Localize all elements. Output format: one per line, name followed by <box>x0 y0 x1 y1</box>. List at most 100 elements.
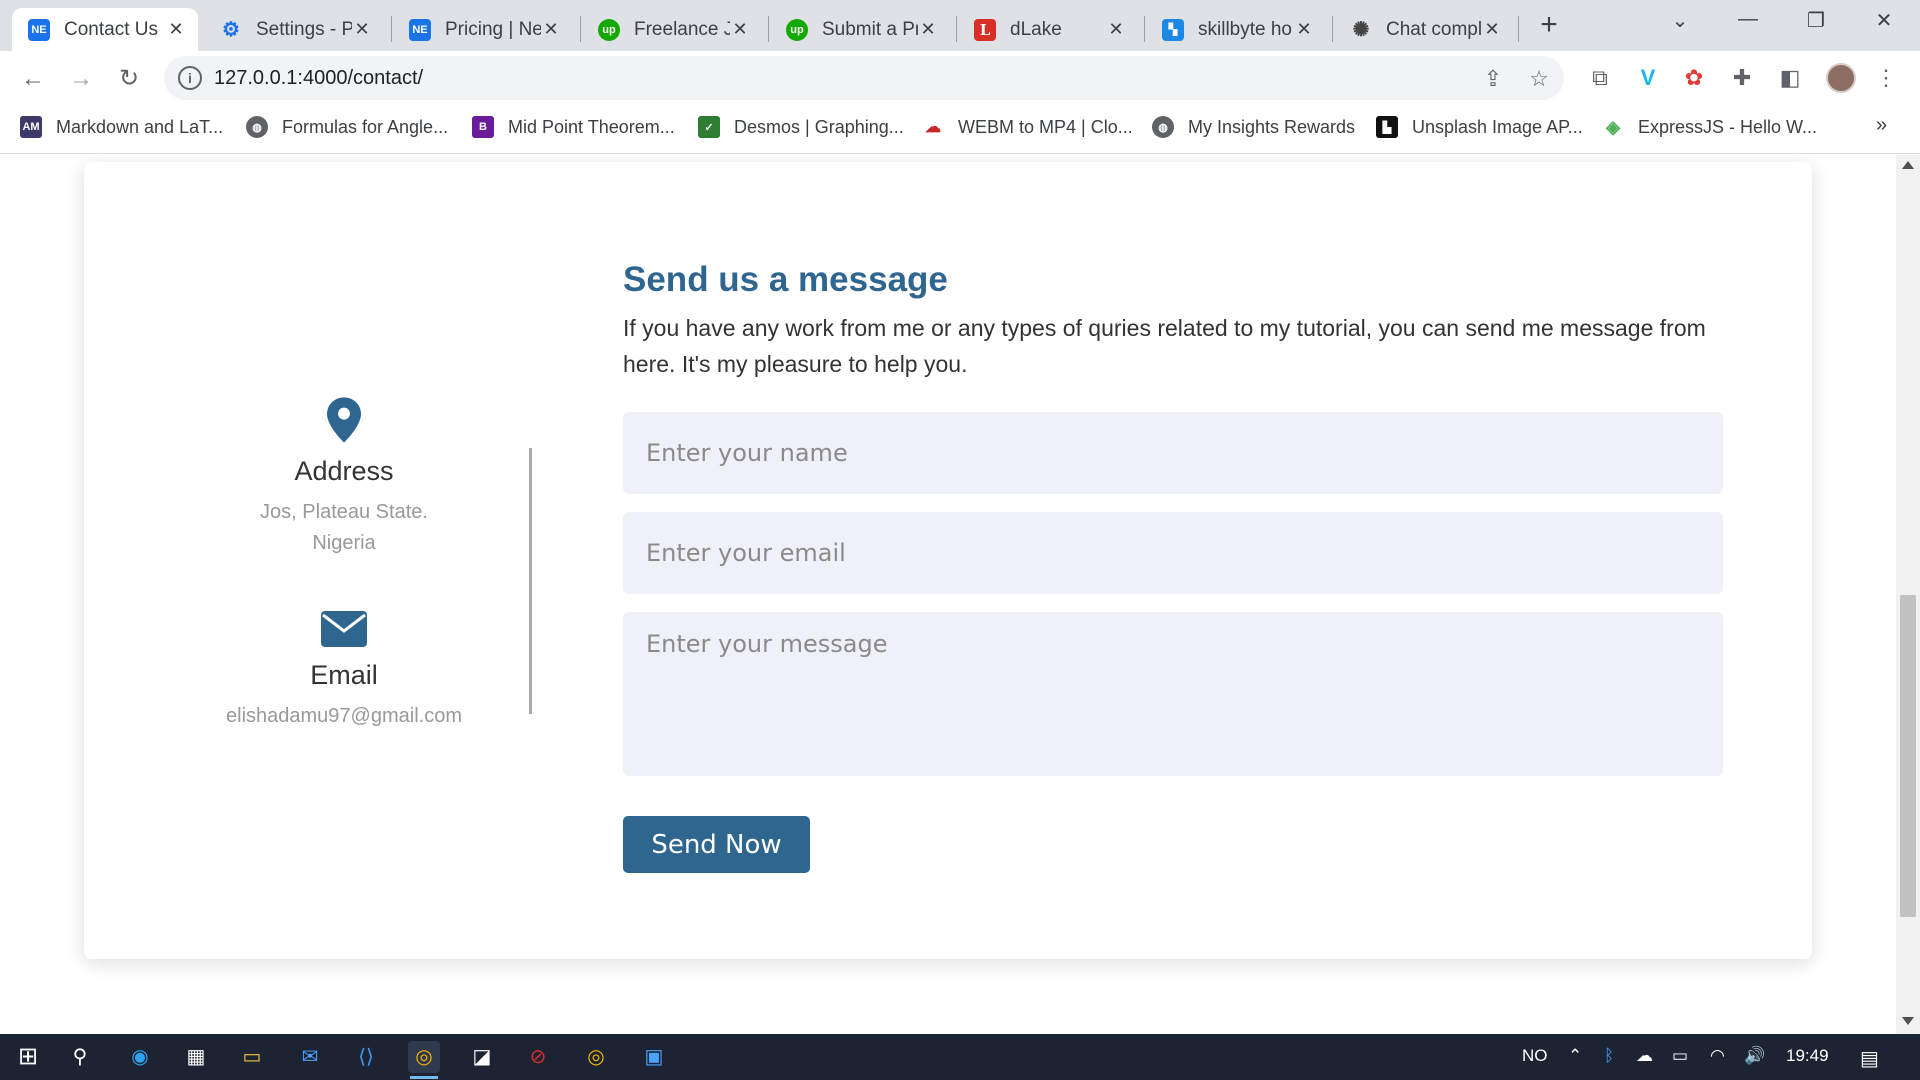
tab-separator <box>580 16 581 42</box>
address-line-1: Jos, Plateau State. <box>260 501 428 523</box>
bookmark-star-icon[interactable]: ☆ <box>1526 66 1552 92</box>
app-no-entry-icon[interactable]: ⊘ <box>522 1041 554 1073</box>
envelope-icon <box>321 611 367 647</box>
file-explorer-icon[interactable]: ▭ <box>236 1041 268 1073</box>
reload-button[interactable]: ↻ <box>112 62 146 96</box>
bookmark-label: WEBM to MP4 | Clo... <box>958 116 1133 137</box>
globe-icon: ◍ <box>246 116 268 138</box>
more-bookmarks-chevron-icon[interactable]: » <box>1876 114 1887 137</box>
menu-kebab-icon[interactable]: ⋮ <box>1872 64 1900 92</box>
tab-separator <box>1332 16 1333 42</box>
extensions-puzzle-icon[interactable]: ✚ <box>1728 64 1756 92</box>
site-info-icon[interactable]: i <box>178 66 202 90</box>
new-tab-button[interactable]: + <box>1534 10 1564 42</box>
bookmark-insights[interactable]: ◍ My Insights Rewards <box>1152 114 1355 140</box>
photos-icon[interactable]: ▣ <box>638 1041 670 1073</box>
bookmark-webm[interactable]: ☁ WEBM to MP4 | Clo... <box>922 114 1133 140</box>
tab-chat-completion[interactable]: ✺ Chat compl ✕ <box>1334 8 1514 51</box>
volume-icon[interactable]: 🔊 <box>1744 1046 1765 1066</box>
close-tab-icon[interactable]: ✕ <box>1482 19 1502 40</box>
byjus-icon: B <box>472 116 494 138</box>
bookmark-expressjs[interactable]: ◈ ExpressJS - Hello W... <box>1602 114 1817 140</box>
tab-separator <box>391 16 392 42</box>
close-tab-icon[interactable]: ✕ <box>541 19 561 40</box>
app-icon[interactable]: ◪ <box>466 1041 498 1073</box>
address-title: Address <box>294 456 394 486</box>
language-indicator[interactable]: NO <box>1522 1046 1548 1066</box>
tab-dlake[interactable]: L dLake ✕ <box>958 8 1138 51</box>
bookmark-label: ExpressJS - Hello W... <box>1638 116 1818 137</box>
email-input[interactable] <box>623 512 1723 594</box>
vimeo-extension-icon[interactable]: V <box>1634 64 1662 92</box>
page-scrollbar[interactable] <box>1896 155 1920 1034</box>
minimize-button[interactable]: — <box>1728 8 1768 38</box>
scroll-up-arrow-icon[interactable] <box>1902 161 1914 169</box>
bluetooth-icon[interactable]: ᛒ <box>1604 1046 1614 1066</box>
windows-start-icon[interactable]: ⊞ <box>12 1041 44 1073</box>
email-address: elishadamu97@gmail.com <box>226 705 462 727</box>
close-tab-icon[interactable]: ✕ <box>166 19 186 40</box>
bookmark-formulas[interactable]: ◍ Formulas for Angle... <box>246 114 448 140</box>
forward-button[interactable]: → <box>64 62 98 96</box>
chrome-secondary-icon[interactable]: ◎ <box>580 1041 612 1073</box>
notifications-icon[interactable]: ▤ <box>1860 1046 1879 1071</box>
address-text: Jos, Plateau State. Nigeria <box>184 497 504 559</box>
tab-freelance[interactable]: up Freelance Jo ✕ <box>582 8 762 51</box>
url-text[interactable]: 127.0.0.1:4000/contact/ <box>214 67 423 90</box>
close-tab-icon[interactable]: ✕ <box>730 19 750 40</box>
tab-pricing[interactable]: NE Pricing | Ne ✕ <box>393 8 573 51</box>
dlake-icon: L <box>974 18 996 41</box>
chrome-icon[interactable]: ◎ <box>408 1041 440 1079</box>
tab-contact-us[interactable]: NE Contact Us ✕ <box>12 8 198 51</box>
tab-separator <box>956 16 957 42</box>
mail-icon[interactable]: ✉ <box>294 1041 326 1073</box>
bookmark-desmos[interactable]: ✓ Desmos | Graphing... <box>698 114 904 140</box>
wifi-icon[interactable]: ◠ <box>1710 1046 1725 1066</box>
restore-button[interactable]: ❐ <box>1796 8 1836 38</box>
tab-submit[interactable]: up Submit a Pr ✕ <box>770 8 950 51</box>
store-icon[interactable]: ▦ <box>180 1041 212 1073</box>
message-textarea[interactable] <box>623 612 1723 776</box>
battery-icon[interactable]: ▭ <box>1672 1046 1688 1066</box>
cloud-icon: ☁ <box>922 116 944 138</box>
bookmark-label: My Insights Rewards <box>1188 116 1356 137</box>
side-panel-icon[interactable]: ◧ <box>1776 64 1804 92</box>
tray-chevron-up-icon[interactable]: ⌃ <box>1568 1046 1582 1066</box>
tab-skillbyte[interactable]: ▚ skillbyte ho ✕ <box>1146 8 1326 51</box>
send-now-button[interactable]: Send Now <box>623 816 810 873</box>
profile-avatar[interactable] <box>1826 63 1856 93</box>
scrollbar-thumb[interactable] <box>1900 595 1916 917</box>
express-icon: ◈ <box>1602 116 1624 138</box>
tab-separator <box>1144 16 1145 42</box>
clock-time[interactable]: 19:49 <box>1786 1046 1829 1066</box>
close-tab-icon[interactable]: ✕ <box>1294 19 1314 40</box>
close-tab-icon[interactable]: ✕ <box>1106 19 1126 40</box>
cast-icon[interactable]: ⧉ <box>1586 64 1614 92</box>
address-bar[interactable]: i 127.0.0.1:4000/contact/ ⇪ ☆ <box>164 56 1564 100</box>
page-viewport: Address Jos, Plateau State. Nigeria Emai… <box>0 155 1896 1034</box>
share-icon[interactable]: ⇪ <box>1480 66 1506 92</box>
tab-title: Chat compl <box>1386 18 1482 40</box>
scroll-down-arrow-icon[interactable] <box>1902 1017 1914 1025</box>
edge-icon[interactable]: ◉ <box>124 1041 156 1073</box>
vscode-icon[interactable]: ⟨⟩ <box>350 1041 382 1073</box>
desmos-icon: ✓ <box>698 116 720 138</box>
bookmark-midpoint[interactable]: B Mid Point Theorem... <box>472 114 675 140</box>
close-tab-icon[interactable]: ✕ <box>918 19 938 40</box>
close-window-button[interactable]: ✕ <box>1864 8 1904 38</box>
vertical-divider <box>529 448 532 714</box>
form-heading: Send us a message <box>623 260 948 299</box>
tab-settings[interactable]: ⚙ Settings - P ✕ <box>204 8 384 51</box>
bookmark-unsplash[interactable]: ▙ Unsplash Image AP... <box>1376 114 1583 140</box>
onedrive-cloud-icon[interactable]: ☁ <box>1636 1046 1653 1066</box>
color-extension-icon[interactable]: ✿ <box>1680 64 1708 92</box>
gear-icon: ⚙ <box>222 19 240 41</box>
site-favicon-icon: NE <box>28 18 50 41</box>
bookmark-markdown[interactable]: AM Markdown and LaT... <box>20 114 223 140</box>
tab-title: Pricing | Ne <box>445 18 541 40</box>
back-button[interactable]: ← <box>16 62 50 96</box>
tab-search-chevron-icon[interactable]: ⌄ <box>1660 8 1700 38</box>
close-tab-icon[interactable]: ✕ <box>352 19 372 40</box>
search-icon[interactable]: ⚲ <box>64 1041 96 1073</box>
name-input[interactable] <box>623 412 1723 494</box>
